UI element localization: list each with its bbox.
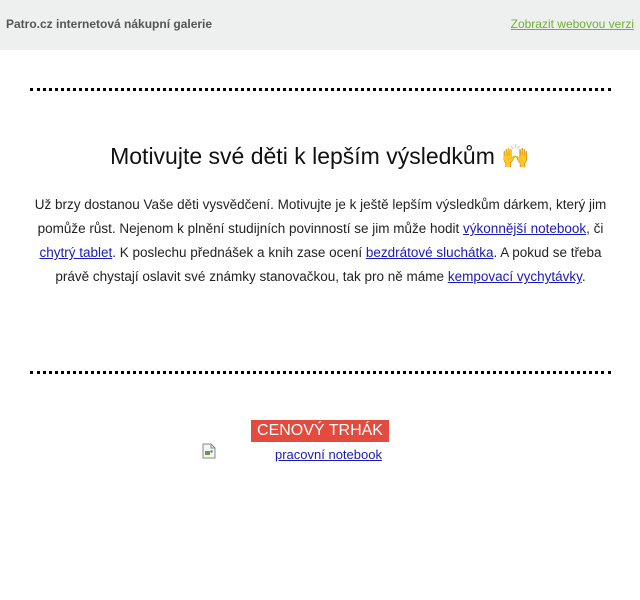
link-chytry-tablet[interactable]: chytrý tablet (39, 245, 112, 260)
intro-paragraph: Už brzy dostanou Vaše děti vysvědčení. M… (30, 193, 611, 289)
dotted-divider-bottom (30, 371, 611, 374)
price-badge: CENOVÝ TRHÁK (251, 420, 389, 442)
view-web-version-link[interactable]: Zobrazit webovou verzi (511, 17, 634, 31)
link-kempovaci-vychytavky[interactable]: kempovací vychytávky (448, 269, 582, 284)
email-header: Patro.cz internetová nákupní galerie Zob… (0, 0, 640, 50)
paragraph-text: . (581, 269, 586, 284)
brand-name: Patro.cz internetová nákupní galerie (6, 17, 213, 31)
link-vykonnejsi-notebook[interactable]: výkonnější notebook (463, 221, 586, 236)
product-image-link[interactable]: pracovní notebook (275, 447, 382, 462)
page-title: Motivujte své děti k lepším výsledkům 🙌 (110, 143, 530, 169)
link-bezdratove-sluchatka[interactable]: bezdrátové sluchátka (366, 245, 494, 260)
paragraph-text: , či (586, 221, 604, 236)
dotted-divider-top (30, 88, 611, 91)
paragraph-text: . K poslechu přednášek a knih zase ocení (112, 245, 366, 260)
broken-image-icon (202, 443, 216, 459)
